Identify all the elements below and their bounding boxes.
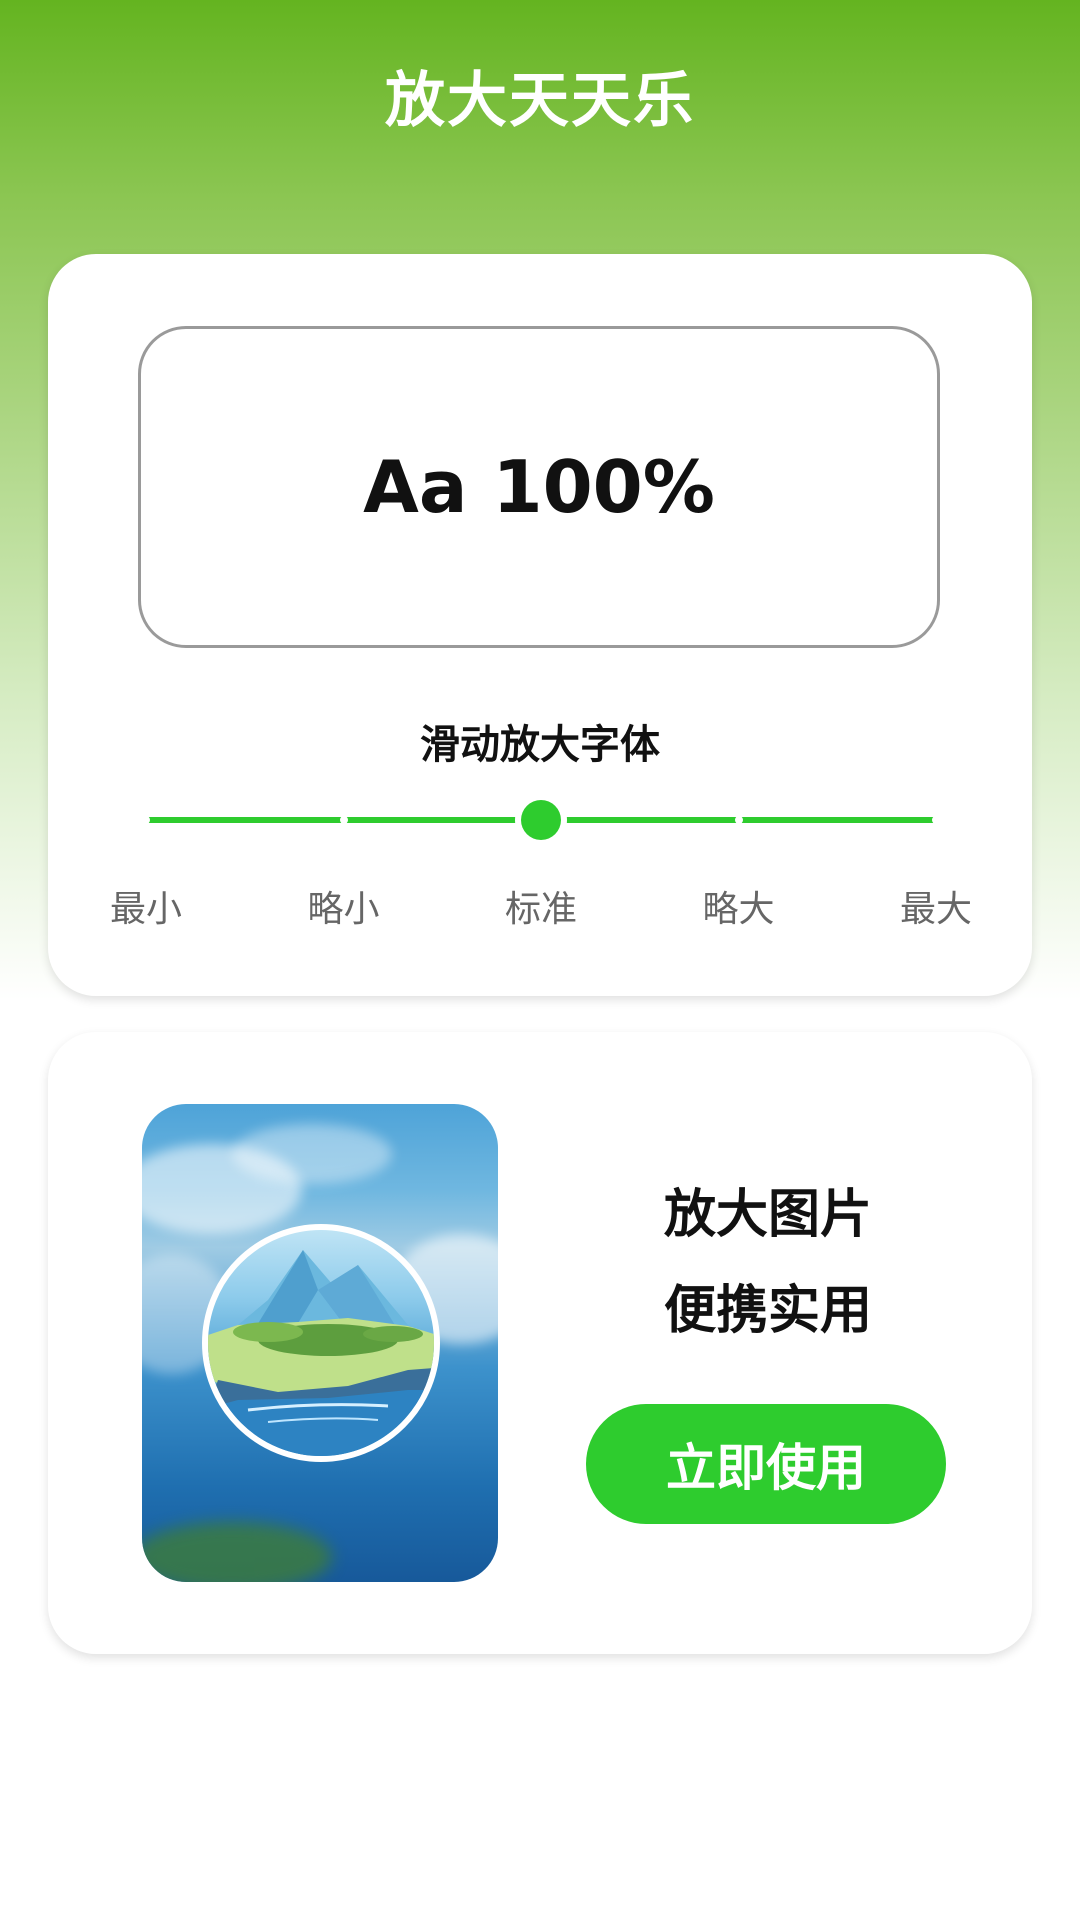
slider-level-label[interactable]: 略大	[679, 880, 799, 932]
app-title: 放大天天乐	[385, 66, 695, 136]
magnifier-lens-icon	[202, 1224, 440, 1462]
font-preview-box: Aa 100%	[138, 326, 940, 648]
slider-title: 滑动放大字体	[420, 722, 660, 768]
mountain-island-icon	[208, 1250, 434, 1456]
font-preview-text: Aa 100%	[363, 445, 715, 529]
image-magnifier-card: 放大图片 便携实用 立即使用	[48, 1032, 1032, 1654]
landscape-illustration-icon	[142, 1104, 498, 1582]
slider-level-label[interactable]: 标准	[481, 880, 601, 932]
font-size-card: Aa 100% 滑动放大字体 最小 略小 标准 略大 最大	[48, 254, 1032, 996]
use-now-button[interactable]: 立即使用	[586, 1404, 946, 1524]
slider-tick[interactable]	[142, 816, 150, 824]
promo-line-1: 放大图片	[663, 1185, 872, 1245]
slider-level-label[interactable]: 最大	[876, 880, 996, 932]
slider-level-labels: 最小 略小 标准 略大 最大	[48, 880, 1032, 930]
font-size-slider[interactable]	[142, 800, 940, 840]
slider-level-label[interactable]: 略小	[284, 880, 404, 932]
promo-line-2: 便携实用	[663, 1281, 872, 1341]
slider-tick[interactable]	[339, 816, 348, 824]
slider-thumb[interactable]	[521, 800, 561, 840]
slider-tick[interactable]	[734, 816, 743, 824]
slider-tick[interactable]	[932, 816, 940, 824]
slider-level-label[interactable]: 最小	[86, 880, 206, 932]
